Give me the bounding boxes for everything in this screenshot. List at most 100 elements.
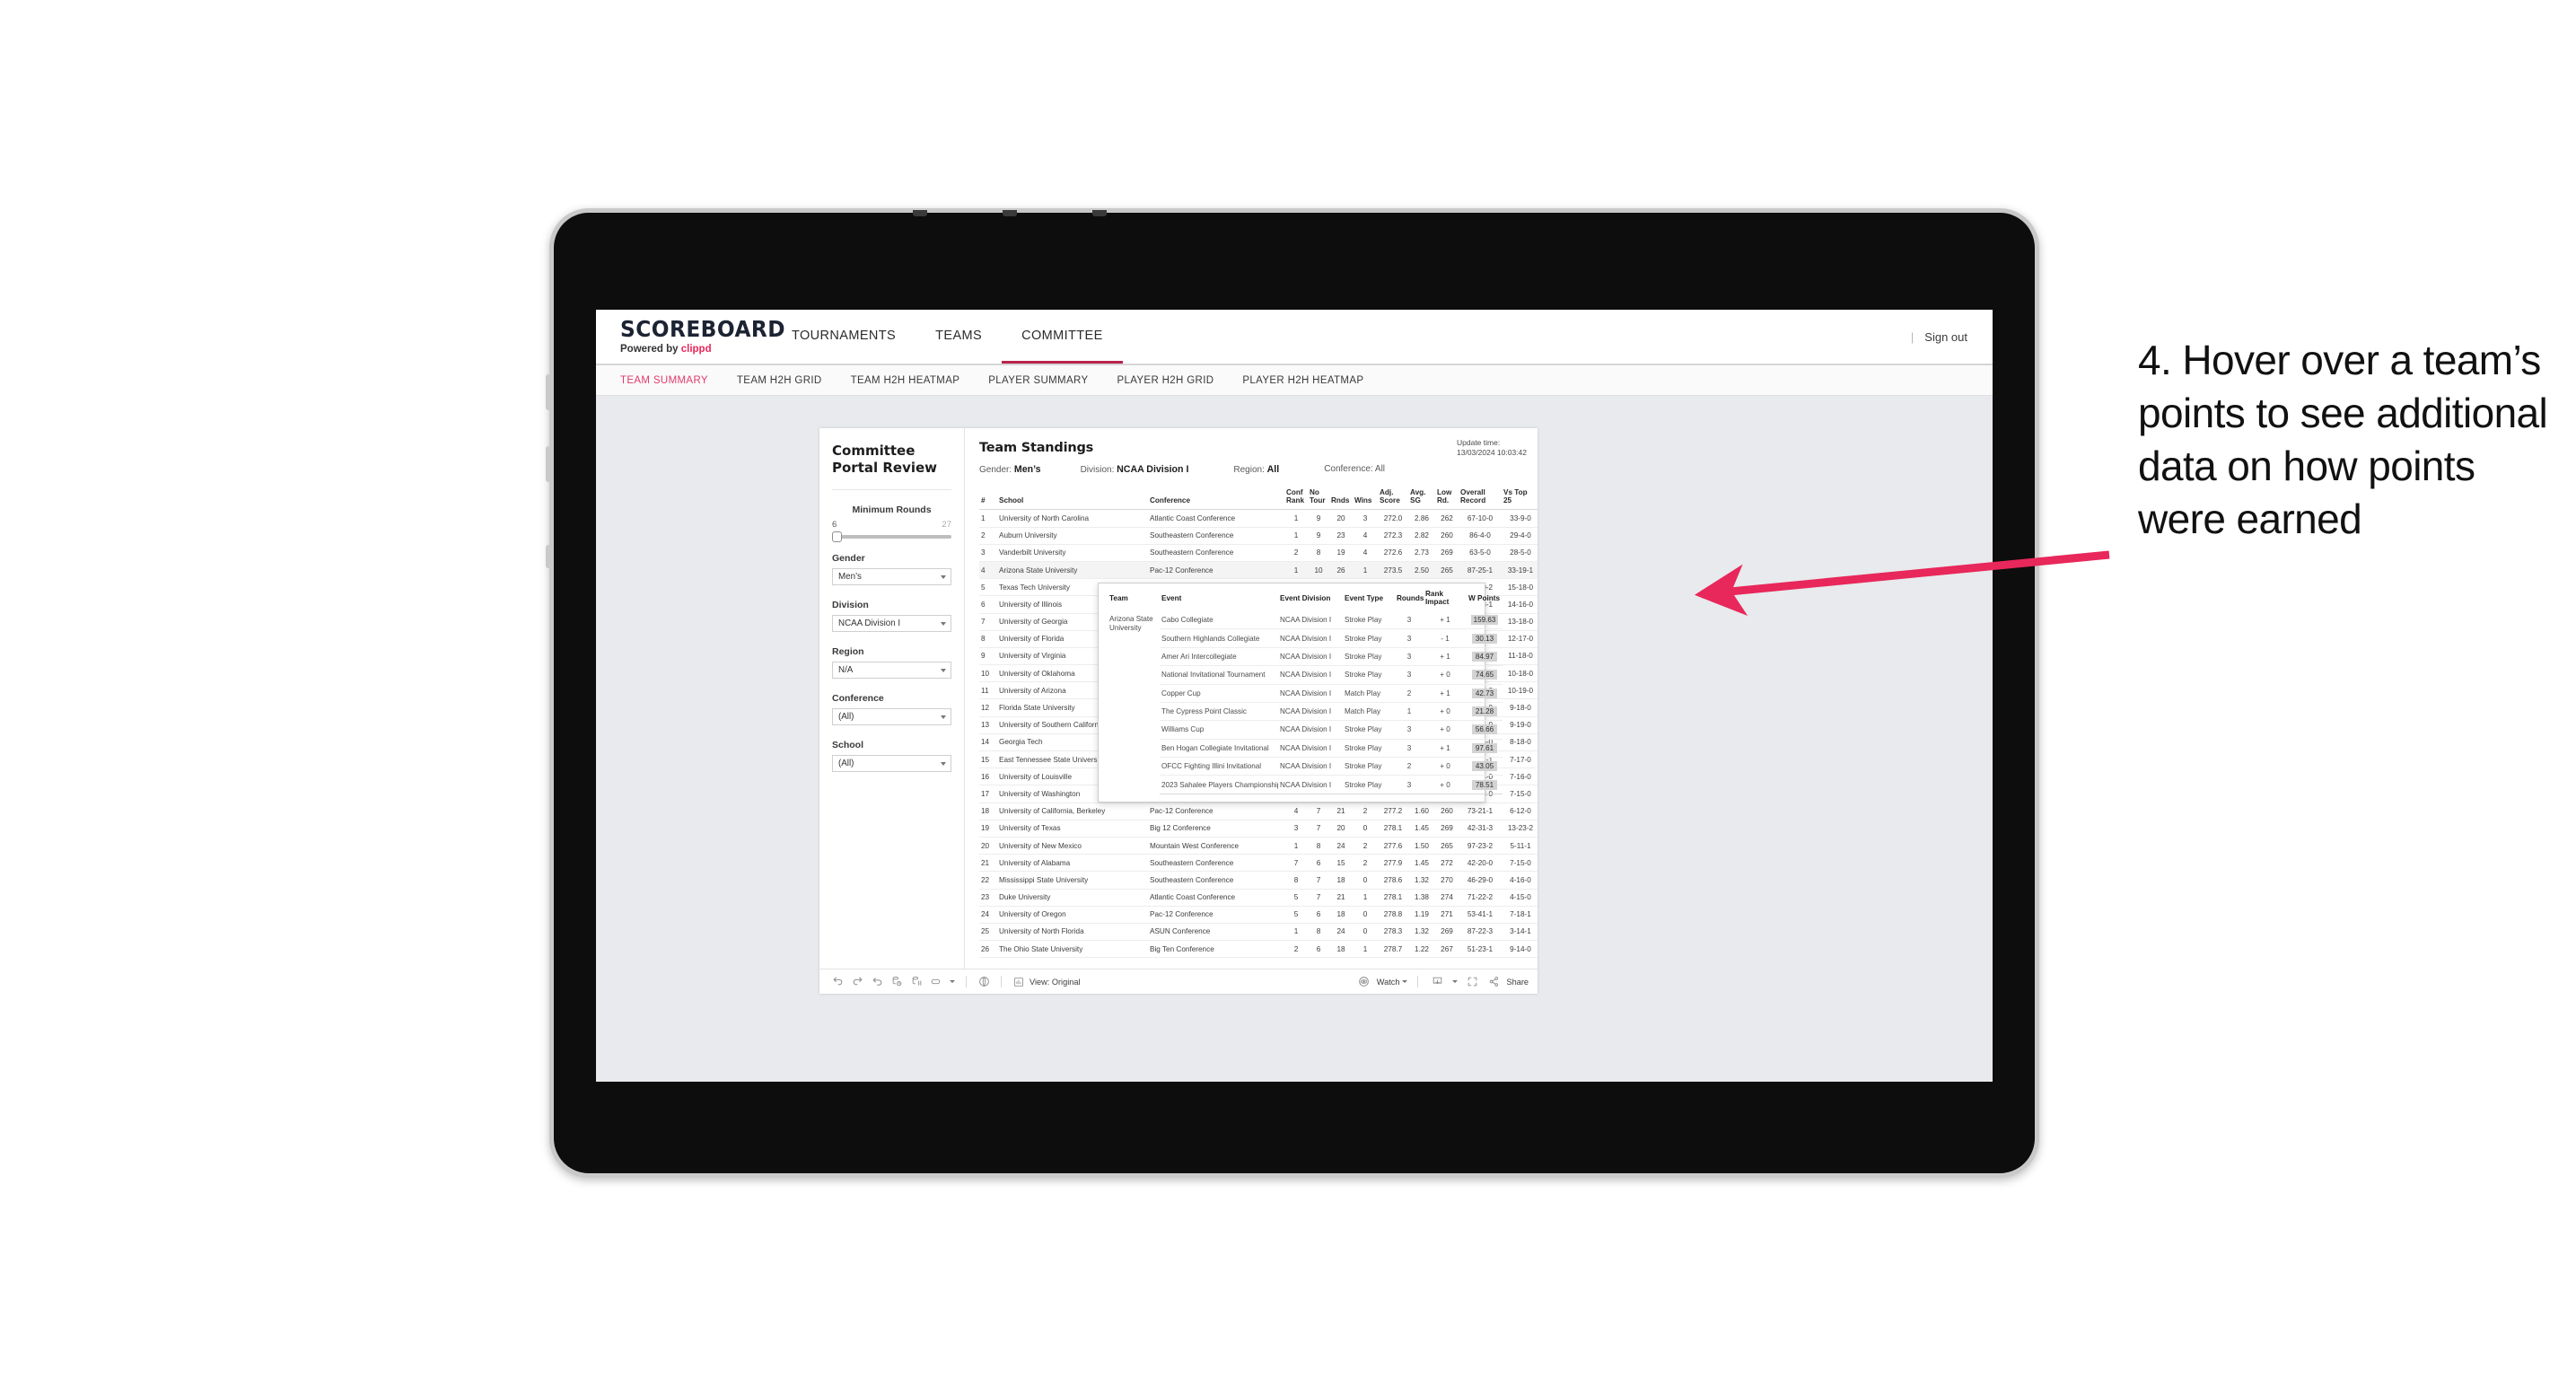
cell-rank: 22 [979, 871, 997, 890]
redo-icon[interactable] [848, 973, 866, 991]
subtab-player-h2h-heatmap[interactable]: PLAYER H2H HEATMAP [1242, 375, 1363, 386]
fullscreen-icon[interactable] [1463, 973, 1481, 991]
nav-tab-committee[interactable]: COMMITTEE [1002, 310, 1123, 364]
col-header-4[interactable]: No Tour [1308, 486, 1329, 511]
region-select[interactable]: N/A [832, 662, 951, 680]
col-header-10[interactable]: Overall Record [1459, 486, 1502, 511]
subtab-team-h2h-grid[interactable]: TEAM H2H GRID [737, 375, 822, 386]
cell-rnds: 24 [1329, 837, 1353, 855]
sign-out-link[interactable]: Sign out [1924, 330, 1967, 344]
highlight-icon[interactable] [927, 973, 945, 991]
chevron-down-icon [941, 762, 946, 767]
table-row[interactable]: 1 University of North Carolina Atlantic Co… [979, 509, 1538, 528]
download-icon[interactable] [1428, 973, 1446, 991]
share-button[interactable]: Share [1506, 978, 1529, 987]
col-header-11[interactable]: Vs Top 25 [1502, 486, 1538, 511]
table-row[interactable]: 24 University of Oregon Pac-12 Conference 5… [979, 906, 1538, 924]
subtab-team-h2h-heatmap[interactable]: TEAM H2H HEATMAP [851, 375, 960, 386]
volume-down-button[interactable] [546, 446, 550, 482]
table-row[interactable]: 22 Mississippi State University Southeaste… [979, 871, 1538, 890]
col-header-8[interactable]: Avg. SG [1408, 486, 1435, 511]
table-row[interactable]: 2 Auburn University Southeastern Conferenc… [979, 527, 1538, 545]
workbook-sheet: Committee Portal Review Minimum Rounds 6… [819, 428, 1538, 994]
cell-record: 97-23-2 [1459, 837, 1502, 855]
volume-up-button[interactable] [546, 374, 550, 410]
cell-conference: Pac-12 Conference [1148, 803, 1284, 820]
cell-vs25: 4-15-0 [1502, 889, 1538, 907]
nav-tab-tournaments[interactable]: TOURNAMENTS [772, 310, 916, 364]
portal-title: Committee Portal Review [832, 443, 951, 491]
tooltip-event: The Cypress Point Classic [1160, 702, 1278, 722]
cell-rank: 19 [979, 820, 997, 838]
table-row[interactable]: 25 University of North Florida ASUN Confer… [979, 923, 1538, 942]
col-header-0[interactable]: # [979, 486, 997, 511]
tooltip-row: Copper Cup NCAA Division I Match Play 2 + 14… [1108, 684, 1503, 703]
device-preview-icon[interactable] [975, 973, 993, 991]
table-row[interactable]: 3 Vanderbilt University Southeastern Confe… [979, 544, 1538, 562]
table-row[interactable]: 26 The Ohio State University Big Ten Confe… [979, 940, 1538, 959]
cell-school: University of New Mexico [997, 837, 1148, 855]
highlight-dropdown-icon[interactable] [947, 973, 958, 991]
division-select[interactable]: NCAA Division I [832, 615, 951, 633]
power-button[interactable] [546, 545, 550, 568]
tablet-screen: SCOREBOARD Powered by clippd TOURNAMENTS… [596, 310, 1993, 1082]
table-row[interactable]: 21 University of Alabama Southeastern Conf… [979, 854, 1538, 873]
cell-conf_rank: 2 [1284, 544, 1308, 562]
tooltip-type: Stroke Play [1343, 757, 1395, 776]
tooltip-rank-impact: - 1 [1424, 628, 1467, 648]
school-select[interactable]: (All) [832, 755, 951, 773]
conference-select[interactable]: (All) [832, 708, 951, 726]
cell-rank: 17 [979, 785, 997, 803]
pause-updates-icon[interactable] [907, 973, 925, 991]
view-original-button[interactable]: View: Original [1030, 978, 1081, 987]
app-logo[interactable]: SCOREBOARD Powered by clippd [596, 310, 785, 364]
nav-tab-teams[interactable]: TEAMS [916, 310, 1002, 364]
watch-icon[interactable] [1355, 973, 1373, 991]
cell-wins: 0 [1353, 906, 1378, 924]
cell-rnds: 18 [1329, 906, 1353, 924]
header-right-actions: | Sign out [1911, 310, 1993, 364]
cell-vs25: 13-18-0 [1502, 613, 1538, 631]
min-rounds-slider[interactable] [832, 531, 951, 543]
subtab-player-summary[interactable]: PLAYER SUMMARY [988, 375, 1088, 386]
region-label: Region [832, 646, 864, 658]
tooltip-body: Arizona State University Cabo Collegiate N… [1108, 611, 1503, 794]
cell-vs25: 7-17-0 [1502, 750, 1538, 769]
school-label: School [832, 740, 864, 751]
table-row[interactable]: 19 University of Texas Big 12 Conference 3 7… [979, 820, 1538, 838]
min-rounds-range: 6 27 [832, 520, 951, 530]
col-header-3[interactable]: Conf Rank [1284, 486, 1308, 511]
view-icon[interactable] [1010, 973, 1028, 991]
table-row[interactable]: 4 Arizona State University Pac-12 Conferen… [979, 561, 1538, 580]
cell-rnds: 20 [1329, 820, 1353, 838]
cell-vs25: 33-19-1 [1502, 561, 1538, 580]
min-rounds-slider-handle[interactable] [832, 531, 842, 543]
refresh-data-icon[interactable] [888, 973, 906, 991]
cell-school: University of North Florida [997, 923, 1148, 942]
update-time-label: Update time: [1457, 438, 1501, 447]
col-header-9[interactable]: Low Rd. [1435, 486, 1459, 511]
share-icon[interactable] [1485, 973, 1503, 991]
subtab-player-h2h-grid[interactable]: PLAYER H2H GRID [1117, 375, 1214, 386]
filter-gender: Gender Men’s [832, 553, 951, 586]
cell-conference: Southeastern Conference [1148, 527, 1284, 545]
download-dropdown-icon[interactable] [1450, 973, 1459, 991]
min-rounds-label: Minimum Rounds [852, 504, 932, 516]
subtab-team-summary[interactable]: TEAM SUMMARY [620, 375, 708, 386]
table-row[interactable]: 18 University of California, Berkeley Pac-… [979, 803, 1538, 820]
col-header-5[interactable]: Rnds [1329, 486, 1353, 511]
table-row[interactable]: 23 Duke University Atlantic Coast Conferen… [979, 889, 1538, 907]
update-time-value: 13/03/2024 10:03:42 [1457, 448, 1527, 458]
col-header-1[interactable]: School [997, 486, 1148, 511]
col-header-7[interactable]: Adj. Score [1378, 486, 1408, 511]
cell-rnds: 18 [1329, 871, 1353, 890]
gender-select[interactable]: Men’s [832, 568, 951, 586]
undo-icon[interactable] [828, 973, 846, 991]
chevron-down-icon [941, 715, 946, 720]
revert-icon[interactable] [868, 973, 886, 991]
toolbar-divider-3 [1417, 976, 1419, 987]
watch-button[interactable]: Watch [1377, 978, 1408, 987]
table-row[interactable]: 20 University of New Mexico Mountain West … [979, 837, 1538, 855]
col-header-6[interactable]: Wins [1353, 486, 1378, 511]
col-header-2[interactable]: Conference [1148, 486, 1284, 511]
